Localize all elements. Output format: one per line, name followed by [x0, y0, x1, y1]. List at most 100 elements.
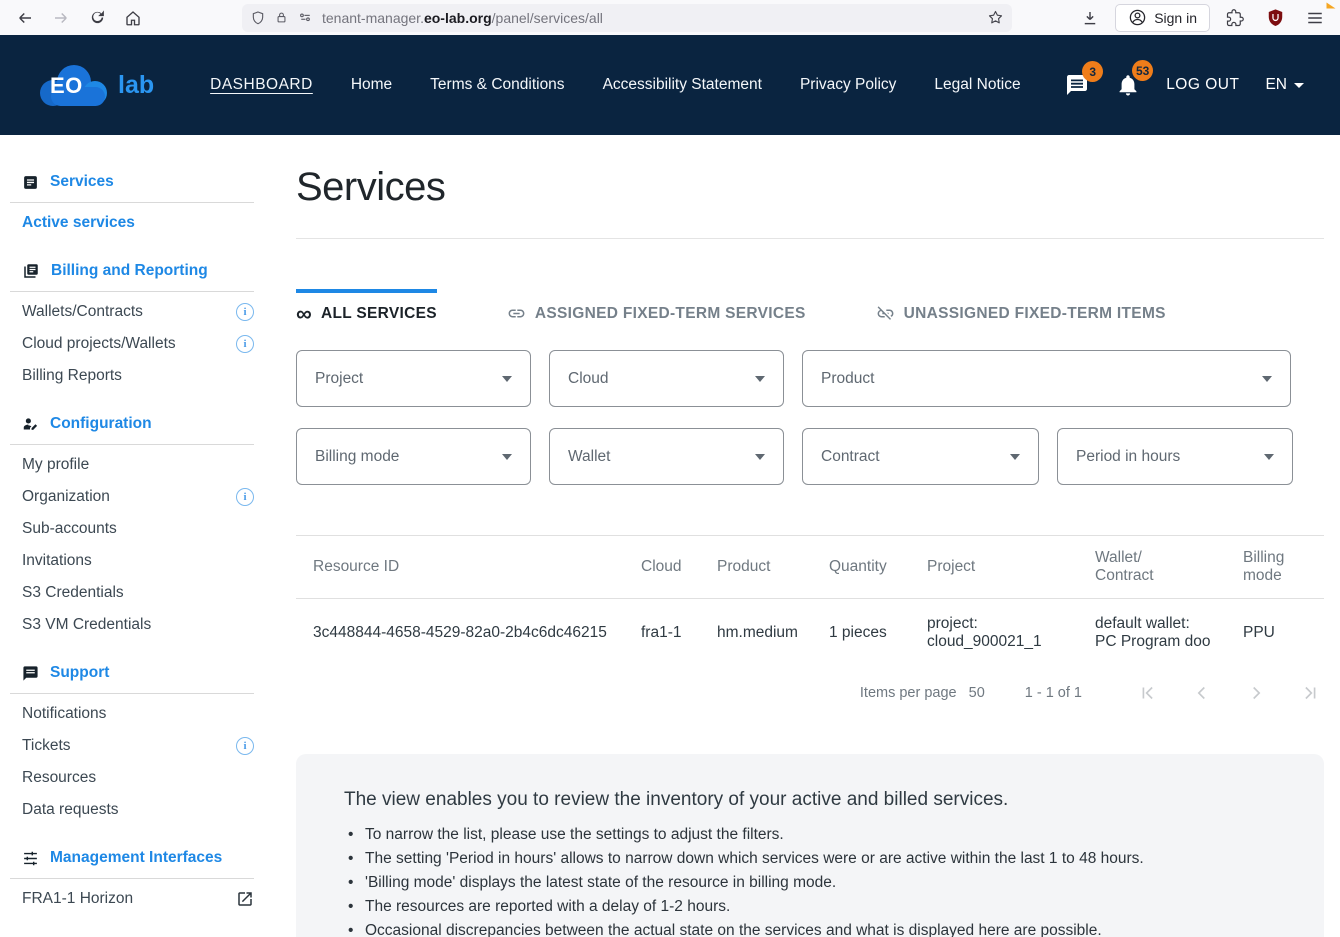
period-filter-dropdown[interactable]: Period in hours — [1057, 428, 1293, 485]
tab-all-services[interactable]: ∞ ALL SERVICES — [296, 289, 437, 323]
items-per-page-select[interactable]: 50 — [969, 685, 985, 701]
cloud-filter-dropdown[interactable]: Cloud — [549, 350, 784, 407]
sidebar-item-label: Data requests — [22, 801, 119, 819]
first-page-icon — [1137, 682, 1159, 704]
chevron-left-icon — [1191, 682, 1213, 704]
sidebar-item-label: Notifications — [22, 705, 106, 723]
sidebar-header-label: Management Interfaces — [50, 849, 222, 867]
sidebar-item-s3-vm-credentials[interactable]: S3 VM Credentials — [22, 609, 254, 641]
info-icon[interactable]: i — [236, 737, 254, 755]
sidebar-item-active-services[interactable]: Active services — [22, 207, 254, 239]
chevron-down-icon — [1262, 376, 1272, 382]
menu-accessibility[interactable]: Accessibility Statement — [603, 76, 762, 94]
sidebar-item-tickets[interactable]: Tickets i — [22, 730, 254, 762]
cell-wallet-contract: default wallet: PC Program doo — [1078, 599, 1226, 668]
column-header-project: Project — [910, 536, 1078, 599]
all-inclusive-icon: ∞ — [296, 307, 312, 321]
hamburger-menu-icon — [1306, 10, 1324, 26]
previous-page-button[interactable] — [1188, 679, 1216, 707]
downloads-button[interactable] — [1075, 4, 1105, 32]
bookmark-star-icon[interactable] — [987, 9, 1004, 26]
tab-unassigned-fixed-term-items[interactable]: UNASSIGNED FIXED-TERM ITEMS — [876, 289, 1166, 323]
sidebar-item-resources[interactable]: Resources — [22, 762, 254, 794]
menu-privacy[interactable]: Privacy Policy — [800, 76, 896, 94]
sidebar-item-label: Billing Reports — [22, 367, 122, 385]
messages-button[interactable]: 3 — [1064, 73, 1090, 97]
browser-menu-button[interactable] — [1300, 4, 1330, 32]
menu-terms[interactable]: Terms & Conditions — [430, 76, 564, 94]
sidebar-header-services: Services — [22, 171, 254, 193]
main-content: Services ∞ ALL SERVICES ASSIGNED FIXED-T… — [280, 135, 1340, 937]
cell-product: hm.medium — [700, 599, 812, 668]
sidebar-item-cloud-projects-wallets[interactable]: Cloud projects/Wallets i — [22, 328, 254, 360]
menu-home[interactable]: Home — [351, 76, 392, 94]
sidebar-item-data-requests[interactable]: Data requests — [22, 794, 254, 826]
info-bullet: The setting 'Period in hours' allows to … — [344, 847, 1276, 871]
extensions-button[interactable] — [1220, 4, 1250, 32]
contract-filter-dropdown[interactable]: Contract — [802, 428, 1039, 485]
eolab-logo[interactable]: EO lab — [36, 61, 154, 109]
extensions-puzzle-icon — [1226, 9, 1244, 27]
sidebar: Services Active services Billing and Rep… — [0, 135, 280, 937]
external-link-icon[interactable] — [236, 890, 254, 908]
billing-mode-filter-dropdown[interactable]: Billing mode — [296, 428, 531, 485]
first-page-button[interactable] — [1134, 679, 1162, 707]
lock-icon[interactable] — [274, 10, 289, 25]
management-interfaces-icon — [22, 850, 39, 867]
back-button[interactable] — [10, 4, 40, 32]
info-icon[interactable]: i — [236, 488, 254, 506]
info-bullet-list: To narrow the list, please use the setti… — [344, 823, 1276, 937]
tab-label: ASSIGNED FIXED-TERM SERVICES — [535, 305, 806, 323]
divider — [10, 693, 254, 694]
logout-button[interactable]: LOG OUT — [1166, 76, 1239, 94]
sidebar-item-label: S3 Credentials — [22, 584, 124, 602]
browser-toolbar: tenant-manager.eo-lab.org/panel/services… — [0, 0, 1340, 35]
sidebar-section-configuration: Configuration My profile Organization i … — [22, 413, 254, 641]
support-icon — [22, 665, 39, 682]
sidebar-item-s3-credentials[interactable]: S3 Credentials — [22, 577, 254, 609]
forward-button[interactable] — [46, 4, 76, 32]
sidebar-item-label: Invitations — [22, 552, 92, 570]
product-filter-dropdown[interactable]: Product — [802, 350, 1291, 407]
sidebar-item-sub-accounts[interactable]: Sub-accounts — [22, 513, 254, 545]
divider — [10, 291, 254, 292]
table-header-row: Resource ID Cloud Product Quantity Proje… — [296, 536, 1324, 599]
sidebar-item-invitations[interactable]: Invitations — [22, 545, 254, 577]
url-text: tenant-manager.eo-lab.org/panel/services… — [322, 10, 979, 26]
sidebar-item-fra1-1-horizon[interactable]: FRA1-1 Horizon — [22, 883, 254, 915]
menu-legal[interactable]: Legal Notice — [934, 76, 1020, 94]
sign-in-button[interactable]: Sign in — [1115, 4, 1210, 32]
permissions-icon[interactable] — [297, 9, 314, 26]
wallet-filter-dropdown[interactable]: Wallet — [549, 428, 784, 485]
sidebar-item-label: Sub-accounts — [22, 520, 117, 538]
project-filter-dropdown[interactable]: Project — [296, 350, 531, 407]
info-icon[interactable]: i — [236, 303, 254, 321]
tab-assigned-fixed-term-services[interactable]: ASSIGNED FIXED-TERM SERVICES — [507, 289, 806, 323]
sidebar-item-billing-reports[interactable]: Billing Reports — [22, 360, 254, 392]
menu-dashboard[interactable]: DASHBOARD — [210, 76, 313, 94]
next-page-button[interactable] — [1242, 679, 1270, 707]
info-bullet: 'Billing mode' displays the latest state… — [344, 871, 1276, 895]
sidebar-item-notifications[interactable]: Notifications — [22, 698, 254, 730]
sidebar-item-label: Organization — [22, 488, 110, 506]
cell-resource-id: 3c448844-4658-4529-82a0-2b4c6dc46215 — [296, 599, 624, 668]
url-bar[interactable]: tenant-manager.eo-lab.org/panel/services… — [242, 4, 1012, 32]
shield-icon[interactable] — [250, 10, 266, 26]
logo-lab-text: lab — [118, 71, 154, 100]
ublock-button[interactable] — [1260, 4, 1290, 32]
notifications-button[interactable]: 53 — [1116, 72, 1140, 98]
language-selector[interactable]: EN — [1265, 76, 1304, 94]
messages-count-badge: 3 — [1082, 61, 1103, 82]
reload-button[interactable] — [82, 4, 112, 32]
info-icon[interactable]: i — [236, 335, 254, 353]
column-header-quantity: Quantity — [812, 536, 910, 599]
divider — [296, 238, 1324, 239]
home-button[interactable] — [118, 4, 148, 32]
chevron-down-icon — [755, 454, 765, 460]
sidebar-item-wallets-contracts[interactable]: Wallets/Contracts i — [22, 296, 254, 328]
sidebar-item-organization[interactable]: Organization i — [22, 481, 254, 513]
divider — [10, 878, 254, 879]
last-page-button[interactable] — [1296, 679, 1324, 707]
sidebar-item-label: Tickets — [22, 737, 71, 755]
sidebar-item-my-profile[interactable]: My profile — [22, 449, 254, 481]
